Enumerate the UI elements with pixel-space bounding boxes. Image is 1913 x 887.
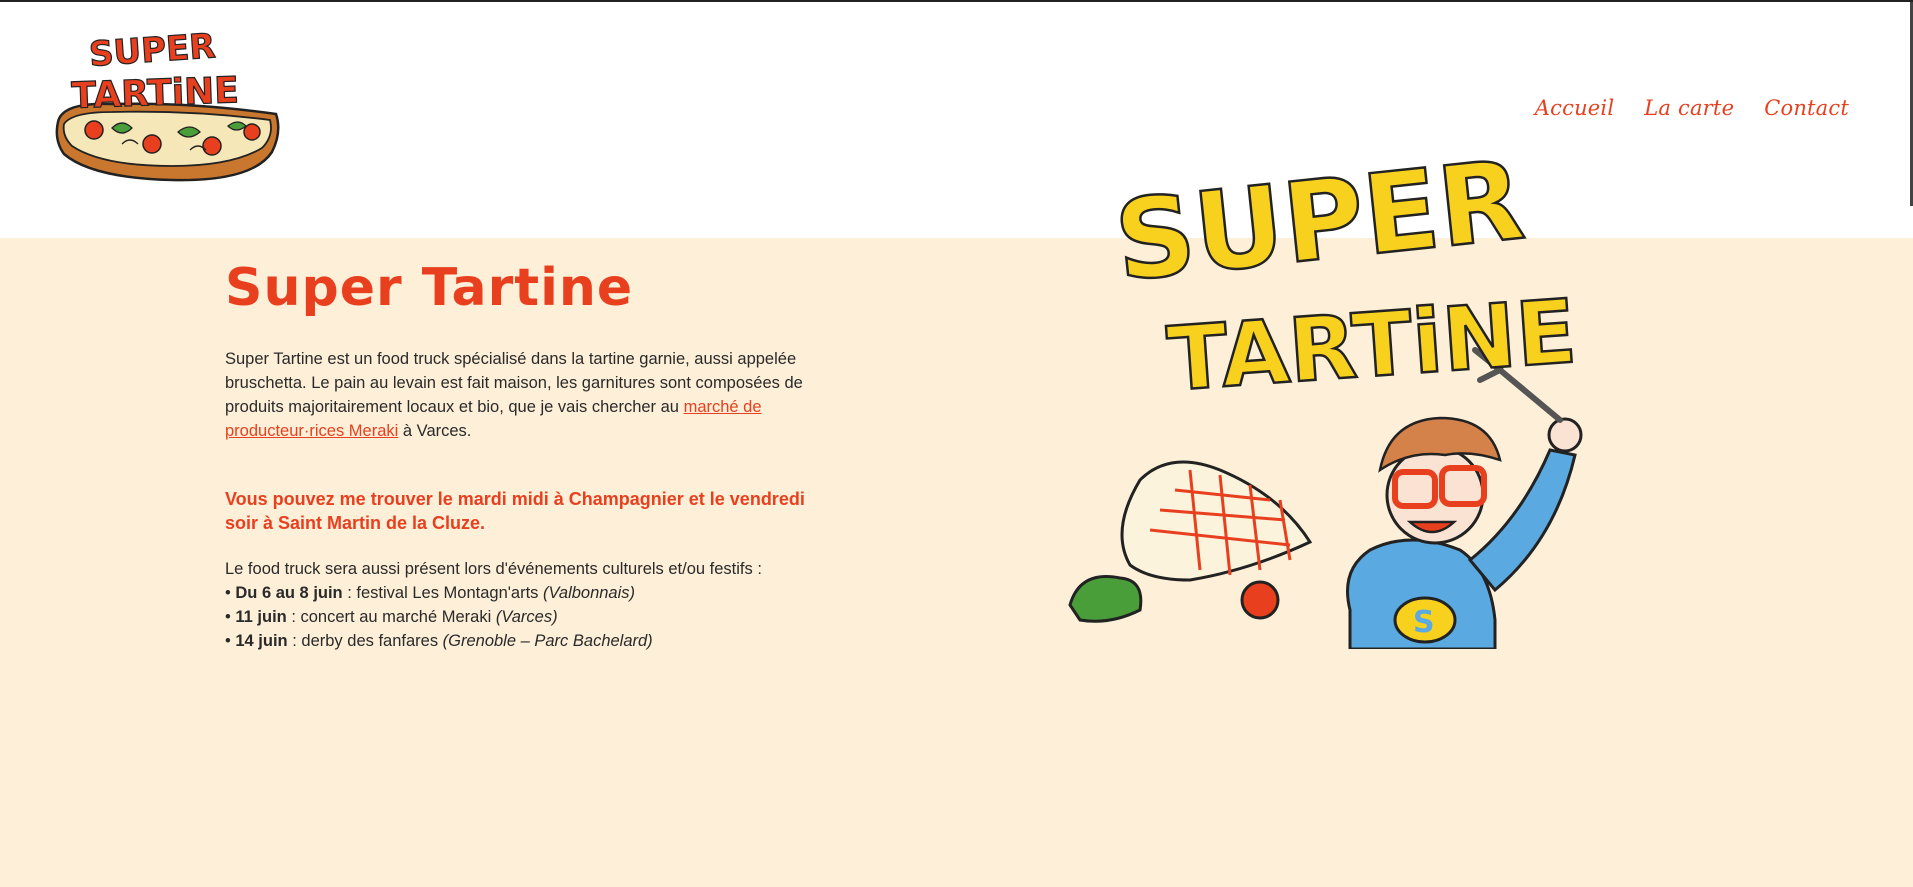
nav-link-la-carte[interactable]: La carte — [1644, 96, 1734, 120]
site-logo[interactable]: SUPER TARTiNE — [52, 32, 284, 192]
events-list: Le food truck sera aussi présent lors d'… — [225, 557, 865, 653]
event-place: (Varces) — [495, 608, 558, 626]
bullet: • — [225, 632, 231, 650]
intro-paragraph: Super Tartine est un food truck spéciali… — [225, 347, 825, 443]
nav-link-contact[interactable]: Contact — [1764, 96, 1849, 120]
event-item: • Du 6 au 8 juin : festival Les Montagn'… — [225, 581, 865, 605]
hero-illustration: S SUPER TARTiNE — [1050, 150, 1650, 649]
event-date: 14 juin — [235, 632, 288, 650]
main-nav: Accueil La carte Contact — [1535, 96, 1849, 120]
svg-text:SUPER: SUPER — [1109, 150, 1529, 306]
event-desc: derby des fanfares — [301, 632, 443, 650]
separator: : — [286, 608, 301, 626]
events-intro: Le food truck sera aussi présent lors d'… — [225, 560, 762, 578]
event-place: (Valbonnais) — [543, 584, 636, 602]
schedule-highlight: Vous pouvez me trouver le mardi midi à C… — [225, 489, 805, 533]
logo-illustration: SUPER TARTiNE — [55, 32, 280, 182]
svg-text:TARTiNE: TARTiNE — [71, 70, 240, 117]
svg-text:S: S — [1413, 605, 1435, 640]
event-date: 11 juin — [235, 608, 287, 626]
event-desc: concert au marché Meraki — [300, 608, 496, 626]
separator: : — [287, 632, 302, 650]
intro-text-end: à Varces. — [398, 422, 472, 440]
event-desc: festival Les Montagn'arts — [356, 584, 543, 602]
svg-text:SUPER: SUPER — [88, 32, 217, 75]
bullet: • — [225, 584, 231, 602]
svg-text:TARTiNE: TARTiNE — [1164, 280, 1579, 411]
separator: : — [342, 584, 357, 602]
page-title: Super Tartine — [225, 258, 634, 318]
superhero-illustration: S SUPER TARTiNE — [1068, 150, 1583, 649]
bullet: • — [225, 608, 231, 626]
event-date: Du 6 au 8 juin — [235, 584, 343, 602]
event-item: • 11 juin : concert au marché Meraki (Va… — [225, 605, 865, 629]
nav-link-accueil[interactable]: Accueil — [1535, 96, 1614, 120]
event-place: (Grenoble – Parc Bachelard) — [442, 632, 653, 650]
event-item: • 14 juin : derby des fanfares (Grenoble… — [225, 629, 865, 653]
